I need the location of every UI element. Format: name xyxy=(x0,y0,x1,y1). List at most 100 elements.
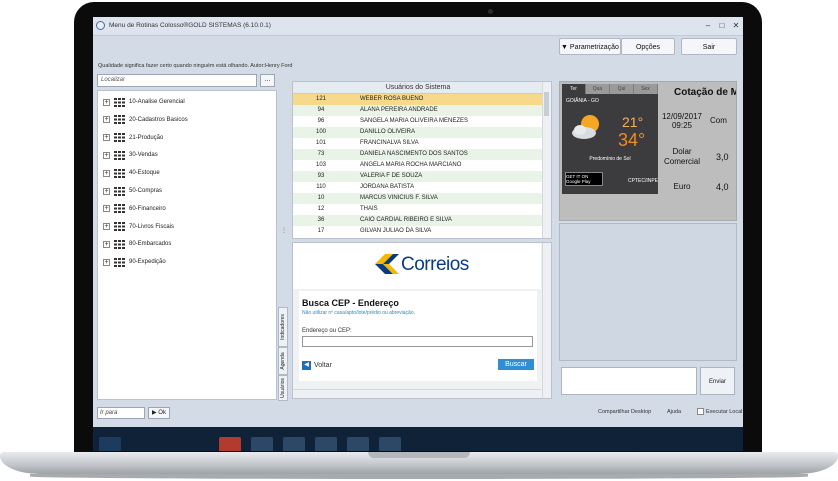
module-grid-icon xyxy=(114,257,126,267)
tree-item-label: 21-Produção xyxy=(129,134,164,141)
cep-vscrollbar[interactable] xyxy=(542,243,551,398)
cotacao-column-label: Com xyxy=(710,116,727,125)
help-link[interactable]: Ajuda xyxy=(667,409,681,415)
minimize-button[interactable]: – xyxy=(703,21,713,30)
module-grid-icon xyxy=(114,222,126,232)
tree-item[interactable]: +21-Produção xyxy=(103,132,163,144)
expand-icon[interactable]: + xyxy=(103,258,110,266)
table-row[interactable]: 96 SANGELA MARIA OLIVEIRA MENEZES xyxy=(293,116,543,127)
start-icon[interactable] xyxy=(99,437,121,451)
cep-field-label: Endereço ou CEP: xyxy=(302,328,352,334)
table-row[interactable]: 10 MARCUS VINICIUS F. SILVA xyxy=(293,193,543,204)
expand-icon[interactable]: + xyxy=(103,205,110,213)
user-name: VALERIA F DE SOUZA xyxy=(360,173,423,179)
side-tabs: Indicadores Agenda Usuários xyxy=(278,307,288,401)
taskbar-app-icon[interactable] xyxy=(251,437,273,451)
sun-cloud-icon xyxy=(572,115,599,139)
tree-item[interactable]: +40-Estoque xyxy=(103,167,160,179)
expand-icon[interactable]: + xyxy=(103,169,110,177)
expand-icon[interactable]: + xyxy=(103,151,110,159)
laptop-notch xyxy=(368,452,470,458)
expand-icon[interactable]: + xyxy=(103,240,110,248)
tree-item[interactable]: +80-Embarcados xyxy=(103,238,171,250)
tree-item[interactable]: +50-Compras xyxy=(103,185,162,197)
user-name: GILVAN JULIAO DA SILVA xyxy=(360,228,432,234)
goto-input[interactable]: Ir para xyxy=(97,407,145,419)
day-tab[interactable]: Qui xyxy=(610,84,634,94)
exit-button[interactable]: Sair xyxy=(681,38,737,55)
day-tab[interactable]: Ter xyxy=(562,84,586,94)
tree-item[interactable]: +90-Expedição xyxy=(103,256,166,268)
tree-item[interactable]: +20-Cadastros Basicos xyxy=(103,114,188,126)
cep-input[interactable] xyxy=(302,336,533,347)
share-desktop-link[interactable]: Compartilhar Desktop xyxy=(598,409,651,415)
scroll-thumb[interactable] xyxy=(544,92,549,116)
user-code: 12 xyxy=(317,206,325,212)
module-grid-icon xyxy=(114,186,126,196)
table-row[interactable]: 103 ANGELA MARIA ROCHA MARCIANO xyxy=(293,160,543,171)
taskbar-app-icon[interactable] xyxy=(283,437,305,451)
send-button[interactable]: Enviar xyxy=(700,367,735,395)
search-button[interactable]: ... xyxy=(260,74,275,87)
weather-city: GOIÂNIA - GO xyxy=(566,98,599,104)
table-row[interactable]: 110 JORDANA BATISTA xyxy=(293,182,543,193)
day-tab[interactable]: Sex xyxy=(634,84,658,94)
user-name: WEBER ROSA BUENO xyxy=(360,96,424,102)
ok-button[interactable]: ▶ Ok xyxy=(148,407,170,419)
table-row[interactable]: 94 ALANA PEREIRA ANDRADE xyxy=(293,105,543,116)
expand-icon[interactable]: + xyxy=(103,134,110,142)
tab-indicadores[interactable]: Indicadores xyxy=(278,307,288,347)
table-row[interactable]: 12 THAIS xyxy=(293,204,543,215)
taskbar-app-icon[interactable] xyxy=(219,437,241,451)
cep-panel: Correios Busca CEP - Endereço Não utiliz… xyxy=(292,242,552,399)
tree-item[interactable]: +30-Vendas xyxy=(103,149,158,161)
tree-item-label: 70-Livros Fiscais xyxy=(129,223,175,230)
parametrizacao-button[interactable]: ▼ Parametrização xyxy=(559,38,621,55)
table-row[interactable]: 101 FRANCINALVA SILVA xyxy=(293,138,543,149)
taskbar-app-icon[interactable] xyxy=(347,437,369,451)
execute-local-checkbox[interactable] xyxy=(697,408,704,415)
day-tab[interactable]: Qua xyxy=(586,84,610,94)
table-row[interactable]: 93 VALERIA F DE SOUZA xyxy=(293,171,543,182)
euro-label: Euro xyxy=(673,182,691,191)
users-scrollbar[interactable] xyxy=(542,82,551,238)
chat-input[interactable] xyxy=(561,367,697,395)
search-input[interactable]: Localizar xyxy=(97,74,257,87)
table-row[interactable]: 17 GILVAN JULIAO DA SILVA xyxy=(293,226,543,237)
user-name: ALANA PEREIRA ANDRADE xyxy=(360,107,438,113)
taskbar-app-icon[interactable] xyxy=(379,437,401,451)
tree-item[interactable]: +60-Financeiro xyxy=(103,203,166,215)
user-name: SANGELA MARIA OLIVEIRA MENEZES xyxy=(360,118,469,124)
temp-min: 21° xyxy=(622,114,644,130)
splitter-grip[interactable]: ⋮ xyxy=(281,227,287,234)
users-header: Usuários do Sistema xyxy=(293,82,543,94)
table-row[interactable]: 100 DANILLO OLIVEIRA xyxy=(293,127,543,138)
tree-item[interactable]: +10-Analise Gerencial xyxy=(103,96,185,108)
tab-usuarios[interactable]: Usuários xyxy=(278,375,288,401)
table-row[interactable]: 36 CAIO CARDIAL RIBEIRO E SILVA xyxy=(293,215,543,226)
back-link[interactable]: ◀ Voltar xyxy=(302,361,332,370)
taskbar-app-icon[interactable] xyxy=(315,437,337,451)
laptop-foot xyxy=(30,474,808,479)
user-name: JORDANA BATISTA xyxy=(360,184,415,190)
close-button[interactable]: ✕ xyxy=(731,21,741,30)
cep-search-button[interactable]: Buscar xyxy=(498,359,534,370)
cotacao-title: Cotação de M xyxy=(674,87,737,98)
options-button[interactable]: Opções xyxy=(621,38,675,55)
google-play-badge[interactable]: GET IT ON Google Play xyxy=(565,172,603,186)
expand-icon[interactable]: + xyxy=(103,98,110,106)
tree-item[interactable]: +70-Livros Fiscais xyxy=(103,221,174,233)
user-code: 100 xyxy=(315,129,326,135)
cep-hscrollbar[interactable] xyxy=(293,389,541,398)
maximize-button[interactable]: □ xyxy=(717,21,727,30)
expand-icon[interactable]: + xyxy=(103,187,110,195)
tree-item-label: 60-Financeiro xyxy=(129,205,166,212)
title-bar: Menu de Rotinas Colosso®GOLD SISTEMAS (6… xyxy=(93,17,743,36)
user-name: ANGELA MARIA ROCHA MARCIANO xyxy=(360,162,462,168)
expand-icon[interactable]: + xyxy=(103,116,110,124)
camera xyxy=(488,9,493,14)
table-row[interactable]: 73 DANIELA NASCIMENTO DOS SANTOS xyxy=(293,149,543,160)
tab-agenda[interactable]: Agenda xyxy=(278,347,288,375)
expand-icon[interactable]: + xyxy=(103,223,110,231)
table-row[interactable]: 121 WEBER ROSA BUENO xyxy=(293,94,543,105)
